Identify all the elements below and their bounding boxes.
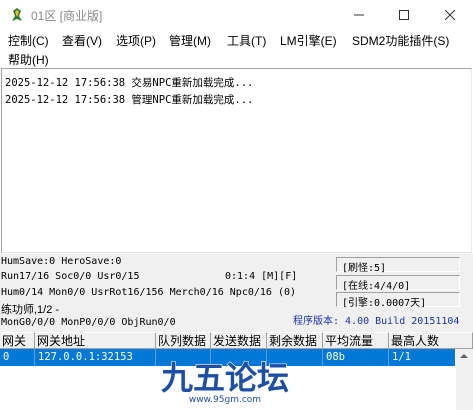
cell-sent-data	[211, 349, 267, 366]
cell-gateway-address: 127.0.0.1:32153	[35, 349, 156, 366]
maximize-icon	[399, 10, 409, 20]
cell-max-users: 1/1	[392, 351, 411, 363]
scroll-up-icon[interactable]	[460, 354, 468, 358]
menu-tools[interactable]: 工具(T)	[226, 33, 267, 49]
menu-sdm2-plugins[interactable]: SDM2功能插件(S)	[351, 33, 450, 49]
status-panel: HumSave:0 HeroSave:0 Run17/16 Soc0/0 Usr…	[0, 254, 473, 332]
minimize-icon	[354, 14, 364, 16]
column-header-remaining-data[interactable]: 剩余数据	[267, 332, 323, 349]
menu-help[interactable]: 帮助(H)	[7, 52, 50, 68]
online-box: [在线:4/4/0]	[336, 275, 460, 292]
cell-queue-data	[156, 349, 211, 366]
grid-header: 网关 网关地址 队列数据 发送数据 剩余数据 平均流量 最高人数	[0, 332, 473, 349]
program-version: 程序版本: 4.00 Build 20151104	[293, 316, 460, 327]
engine-box: [引擎:0.0007天]	[336, 292, 460, 309]
practice-status: 练功师,1/2 -	[1, 304, 60, 316]
cell-remaining-data	[267, 349, 323, 366]
window-title: 01区 [商业版]	[31, 9, 103, 23]
save-status: HumSave:0 HeroSave:0	[1, 256, 122, 267]
engine-label: [引擎:0.0007天]	[342, 298, 427, 309]
menu-lm-engine[interactable]: LM引擎(E)	[279, 33, 338, 49]
close-button[interactable]	[427, 0, 473, 30]
online-label: [在线:4/4/0]	[342, 281, 411, 292]
vertical-scrollbar[interactable]	[456, 349, 473, 410]
log-panel[interactable]: 2025-12-12 17:56:38 交易NPC重新加载完成... 2025-…	[1, 68, 472, 253]
menu-view[interactable]: 查看(V)	[61, 33, 103, 49]
refresh-monster-box: [刷怪:5]	[336, 257, 460, 274]
menu-control[interactable]: 控制(C)	[7, 33, 50, 49]
log-line: 2025-12-12 17:56:38 交易NPC重新加载完成...	[5, 77, 254, 89]
menu-manage[interactable]: 管理(M)	[168, 33, 212, 49]
gateway-grid[interactable]: 网关 网关地址 队列数据 发送数据 剩余数据 平均流量 最高人数 0 127.0…	[0, 332, 473, 410]
column-header-average-traffic[interactable]: 平均流量	[323, 332, 389, 349]
run-clock: 0:1:4 [M][F]	[225, 271, 298, 282]
run-status: Run17/16 Soc0/0 Usr0/15	[1, 271, 140, 282]
app-icon	[12, 8, 22, 21]
column-header-gateway[interactable]: 网关	[0, 332, 35, 349]
mon-status: MonG0/0/0 MonP0/0/0 ObjRun0/0	[1, 317, 176, 328]
column-header-max-users[interactable]: 最高人数	[389, 332, 473, 349]
column-header-sent-data[interactable]: 发送数据	[211, 332, 267, 349]
title-bar: 01区 [商业版]	[0, 0, 473, 30]
log-line: 2025-12-12 17:56:38 管理NPC重新加载完成...	[5, 94, 254, 106]
table-row[interactable]: 0 127.0.0.1:32153 08b 1/1	[0, 349, 455, 366]
refresh-monster-label: [刷怪:5]	[342, 263, 387, 274]
maximize-button[interactable]	[381, 0, 427, 30]
close-icon	[445, 10, 455, 20]
menu-bar: 控制(C) 查看(V) 选项(P) 管理(M) 工具(T) LM引擎(E) SD…	[0, 30, 473, 68]
cell-average-traffic: 08b	[323, 349, 389, 366]
hum-status: Hum0/14 Mon0/0 UsrRot16/156 Merch0/16 Np…	[1, 287, 297, 298]
cell-gateway: 0	[0, 349, 35, 366]
menu-options[interactable]: 选项(P)	[115, 33, 157, 49]
column-header-gateway-address[interactable]: 网关地址	[35, 332, 156, 349]
minimize-button[interactable]	[336, 0, 382, 30]
column-header-queue-data[interactable]: 队列数据	[156, 332, 211, 349]
